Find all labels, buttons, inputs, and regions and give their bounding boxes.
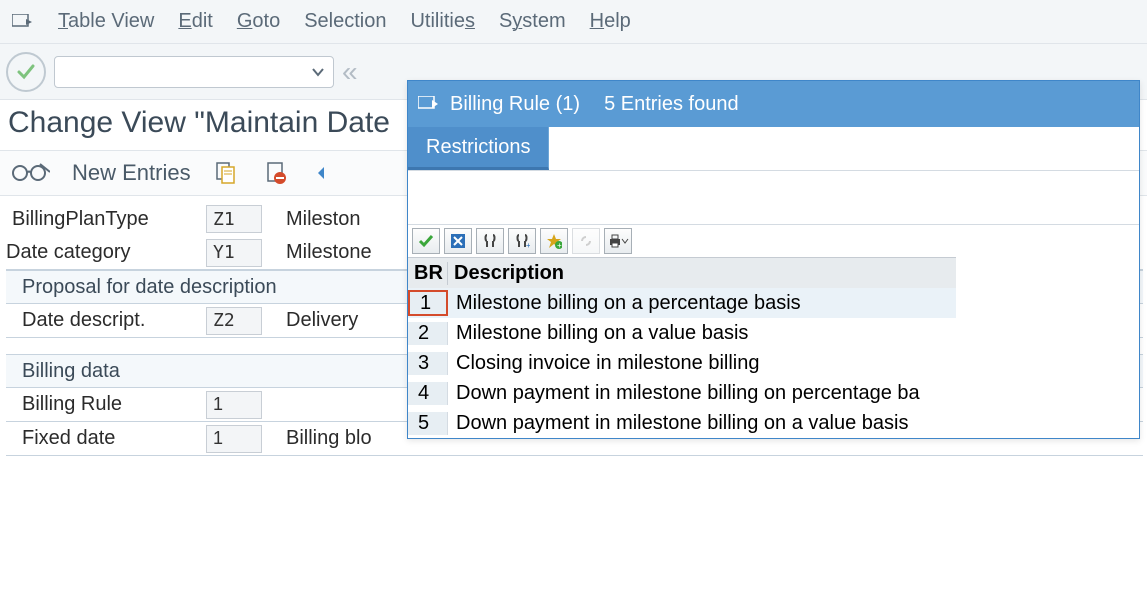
nav-back-icon[interactable]: «: [342, 56, 358, 88]
popup-print-icon[interactable]: [604, 228, 632, 254]
menu-bar: Table View Edit Goto Selection Utilities…: [0, 0, 1147, 44]
cell-br: 2: [408, 322, 448, 345]
menu-system[interactable]: System: [499, 10, 566, 33]
popup-link-icon[interactable]: [572, 228, 600, 254]
tab-restrictions[interactable]: Restrictions: [408, 127, 549, 170]
undo-icon[interactable]: [311, 158, 341, 188]
table-row[interactable]: 3 Closing invoice in milestone billing: [408, 348, 956, 378]
popup-cancel-icon[interactable]: [444, 228, 472, 254]
copy-icon[interactable]: [211, 158, 241, 188]
svg-text:+: +: [526, 241, 530, 249]
value-help-popup: Billing Rule (1) 5 Entries found Restric…: [407, 80, 1140, 439]
popup-restriction-area: [408, 171, 1139, 225]
menu-utilities[interactable]: Utilities: [410, 10, 474, 33]
label-billing-rule: Billing Rule: [6, 393, 206, 416]
display-change-icon[interactable]: [10, 162, 52, 184]
cell-desc: Closing invoice in milestone billing: [448, 352, 956, 375]
cell-desc: Down payment in milestone billing on per…: [448, 382, 956, 405]
svg-text:+: +: [557, 241, 562, 249]
menu-help[interactable]: Help: [590, 10, 631, 33]
table-row[interactable]: 4 Down payment in milestone billing on p…: [408, 378, 956, 408]
menu-edit[interactable]: Edit: [178, 10, 212, 33]
label-billing-plan-type: BillingPlanType: [6, 208, 206, 231]
label-date-category: Date category: [6, 241, 206, 264]
col-header-br[interactable]: BR: [408, 262, 448, 285]
app-menu-icon[interactable]: [10, 12, 34, 32]
menu-selection[interactable]: Selection: [304, 10, 386, 33]
menu-table-view[interactable]: Table View: [58, 10, 154, 33]
delete-icon[interactable]: [261, 158, 291, 188]
field-date-descript[interactable]: Z2: [206, 307, 262, 335]
popup-find-next-icon[interactable]: +: [508, 228, 536, 254]
cell-desc: Down payment in milestone billing on a v…: [448, 412, 956, 435]
popup-find-icon[interactable]: [476, 228, 504, 254]
accept-icon[interactable]: [6, 52, 46, 92]
popup-title-icon: [418, 96, 438, 112]
new-entries-button[interactable]: New Entries: [72, 160, 191, 186]
cell-br: 1: [408, 290, 448, 316]
table-row[interactable]: 1 Milestone billing on a percentage basi…: [408, 288, 956, 318]
popup-title-status: 5 Entries found: [604, 93, 739, 116]
popup-personal-list-icon[interactable]: +: [540, 228, 568, 254]
text-billing-block-partial: Billing blo: [262, 427, 372, 450]
popup-title-text: Billing Rule (1): [450, 93, 580, 116]
field-billing-rule[interactable]: 1: [206, 391, 262, 419]
text-milestone-partial: Mileston: [262, 208, 360, 231]
results-table: BR Description 1 Milestone billing on a …: [408, 257, 956, 438]
cell-br: 5: [408, 412, 448, 435]
command-field[interactable]: [54, 56, 334, 88]
text-delivery-partial: Delivery: [262, 309, 358, 332]
menu-goto[interactable]: Goto: [237, 10, 280, 33]
cell-br: 4: [408, 382, 448, 405]
label-fixed-date: Fixed date: [6, 427, 206, 450]
col-header-desc[interactable]: Description: [448, 262, 956, 285]
field-date-category[interactable]: Y1: [206, 239, 262, 267]
popup-titlebar: Billing Rule (1) 5 Entries found: [408, 81, 1139, 127]
cell-br: 3: [408, 352, 448, 375]
popup-accept-icon[interactable]: [412, 228, 440, 254]
table-row[interactable]: 5 Down payment in milestone billing on a…: [408, 408, 956, 438]
field-fixed-date[interactable]: 1: [206, 425, 262, 453]
table-row[interactable]: 2 Milestone billing on a value basis: [408, 318, 956, 348]
cell-desc: Milestone billing on a value basis: [448, 322, 956, 345]
label-date-descript: Date descript.: [6, 309, 206, 332]
text-milestone: Milestone: [262, 241, 372, 264]
results-header: BR Description: [408, 258, 956, 288]
popup-toolbar: + +: [408, 225, 1139, 257]
popup-tab-strip: Restrictions: [408, 127, 1139, 171]
cell-desc: Milestone billing on a percentage basis: [448, 292, 956, 315]
field-billing-plan-type[interactable]: Z1: [206, 205, 262, 233]
